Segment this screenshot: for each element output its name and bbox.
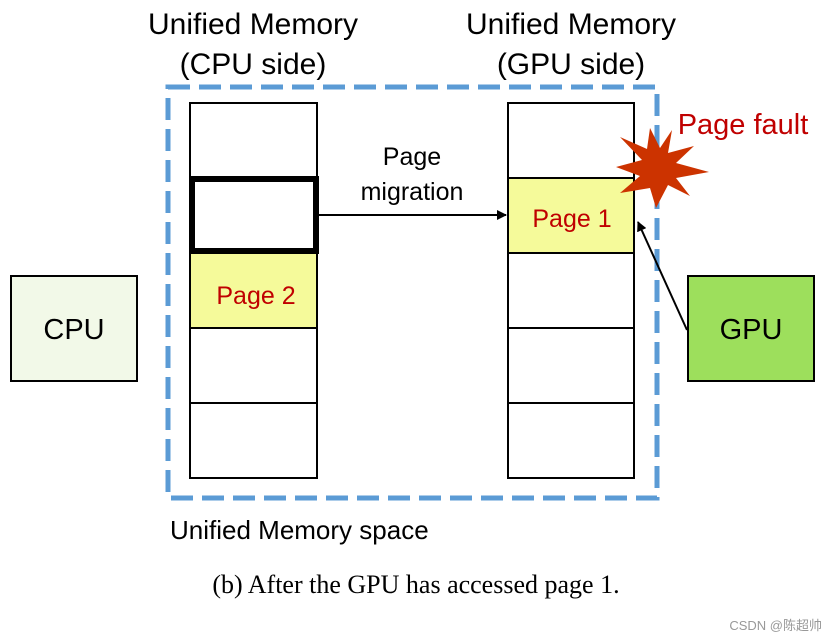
unified-memory-space-label: Unified Memory space [170, 515, 429, 545]
gpu-side-title-line2: (GPU side) [497, 48, 645, 81]
page-1-label: Page 1 [532, 205, 611, 233]
page-2-label: Page 2 [216, 282, 295, 310]
unified-memory-diagram: Unified Memory (CPU side) Unified Memory… [10, 8, 822, 633]
migration-label-line2: migration [361, 178, 464, 206]
watermark: CSDN @陈超帅 [729, 618, 822, 633]
gpu-page-slot [507, 327, 635, 404]
gpu-page-slot [507, 252, 635, 329]
gpu-access-arrow [637, 221, 688, 331]
cpu-side-title-line1: Unified Memory [148, 8, 358, 41]
page-fault-label: Page fault [678, 109, 809, 141]
cpu-page-slot [189, 102, 318, 179]
cpu-side-title-line2: (CPU side) [180, 48, 327, 81]
cpu-page-slot [189, 402, 318, 479]
gpu-side-title-line1: Unified Memory [466, 8, 676, 41]
cpu-memory-column: Page 2 [189, 102, 319, 479]
cpu-label: CPU [43, 314, 104, 346]
figure-caption: (b) After the GPU has accessed page 1. [212, 570, 619, 599]
cpu-page-slot [189, 327, 318, 404]
gpu-page-slot [507, 102, 635, 179]
cpu-migrated-page-slot [189, 176, 319, 254]
gpu-memory-column: Page 1 [507, 102, 635, 479]
migration-label-line1: Page [383, 143, 441, 171]
gpu-label: GPU [720, 314, 783, 346]
gpu-page-slot [507, 402, 635, 479]
